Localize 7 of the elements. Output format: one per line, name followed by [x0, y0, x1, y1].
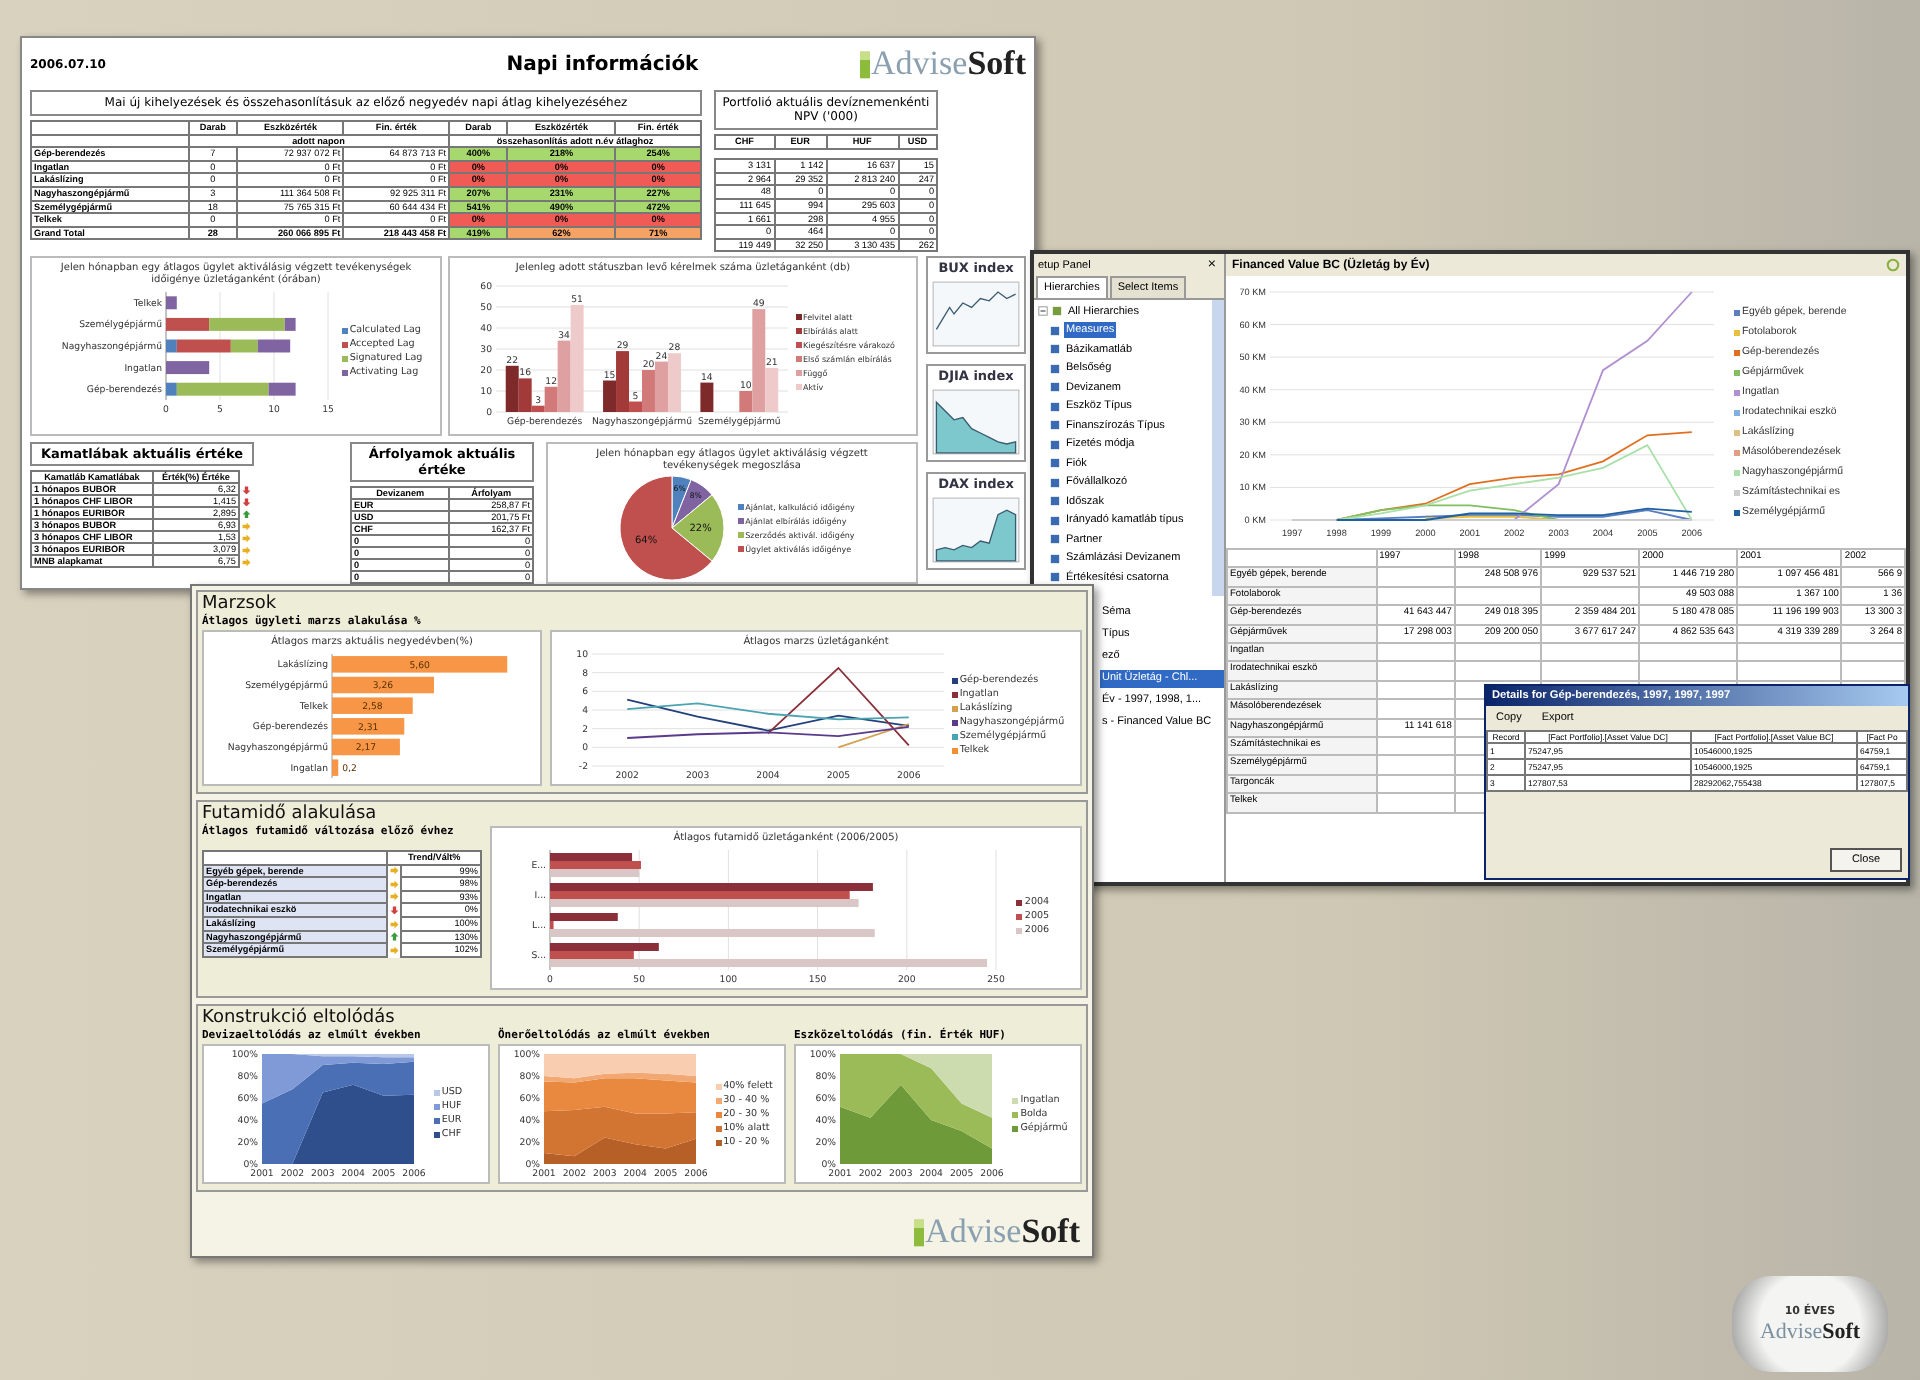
logo-text: AdviseSoft [1759, 1319, 1861, 1343]
section-title: Marzsok [202, 594, 279, 614]
logo-text: AdviseSoft [871, 44, 1026, 84]
report-title: Napi információk [506, 53, 699, 75]
logo-text: AdviseSoft [925, 1212, 1080, 1252]
section-title: Konstrukció eltolódás [202, 1008, 397, 1028]
section-title: Futamidő alakulása [202, 804, 379, 824]
